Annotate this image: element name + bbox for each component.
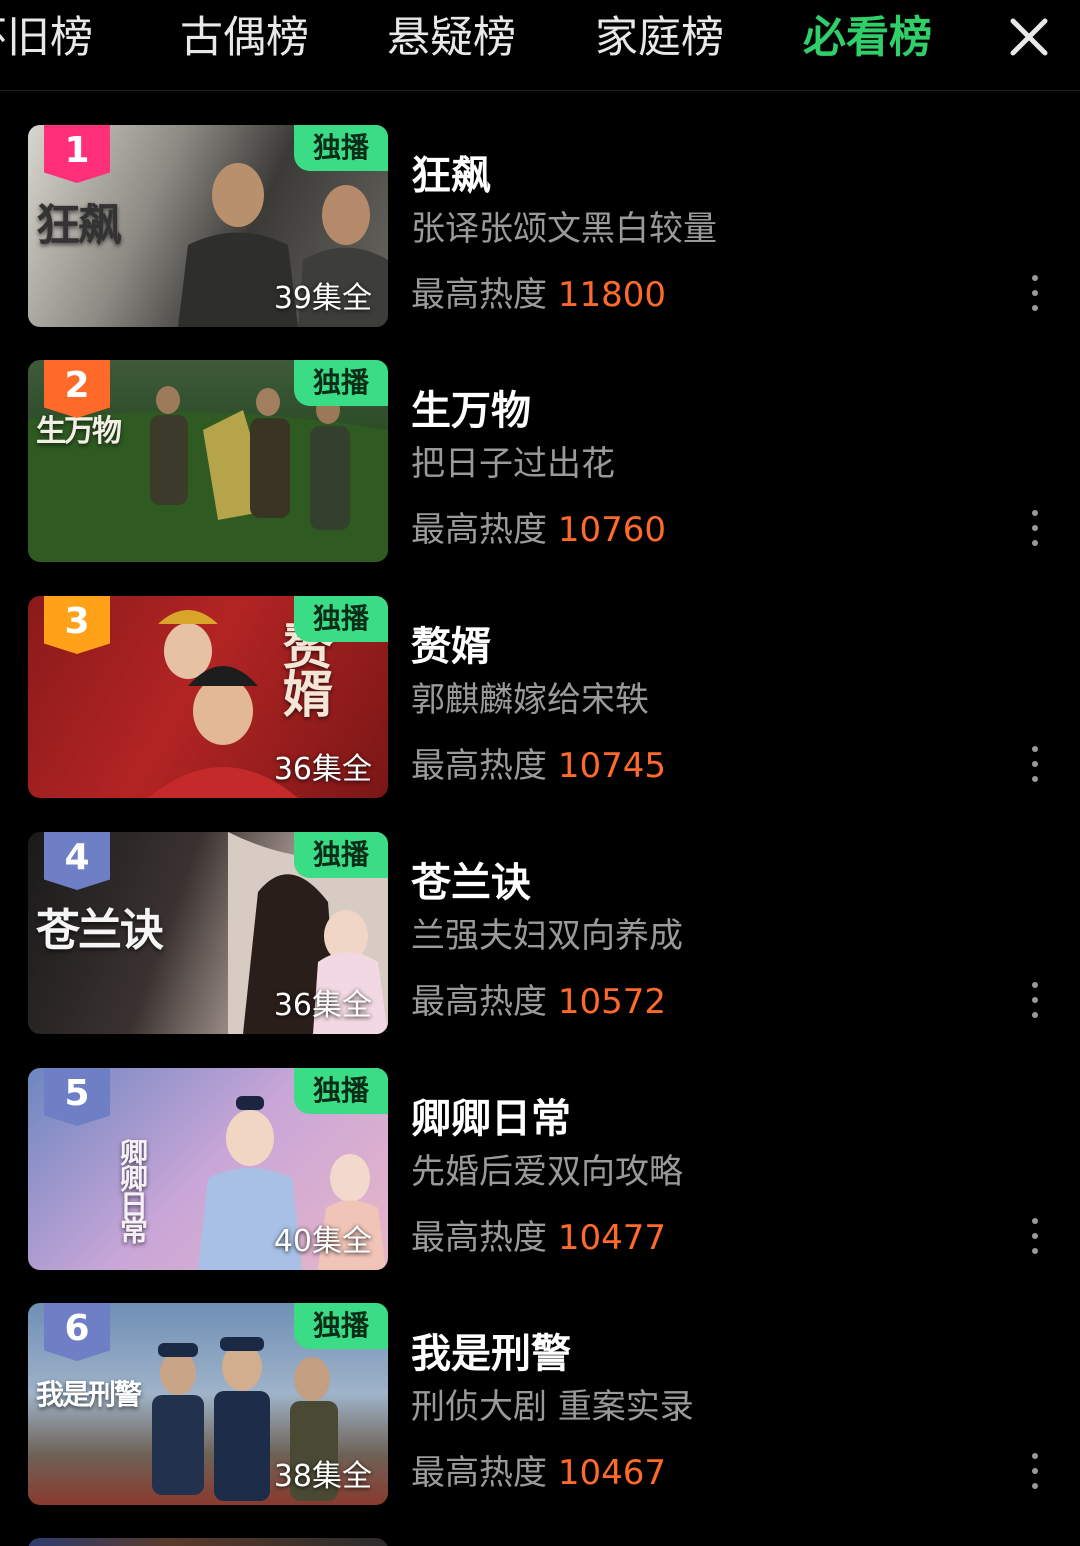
ranking-tab-bar: 怀旧榜 古偶榜 悬疑榜 家庭榜 必看榜 — [0, 0, 1080, 91]
episode-count: 39集全 — [273, 281, 372, 316]
tab-suspense[interactable]: 悬疑榜 — [387, 6, 516, 70]
poster-title-art: 苍兰诀 — [36, 905, 164, 956]
heat-line: 最高热度 11800 — [411, 267, 666, 316]
tab-family[interactable]: 家庭榜 — [595, 6, 724, 70]
exclusive-badge: 独播 — [294, 1303, 388, 1349]
exclusive-badge: 独播 — [294, 125, 388, 171]
poster-image[interactable]: 赘婿 3 独播 36集全 — [28, 596, 388, 798]
exclusive-badge: 独播 — [294, 360, 388, 406]
heat-value: 10467 — [557, 1453, 666, 1493]
tab-nostalgia[interactable]: 怀旧榜 — [0, 6, 93, 70]
rank-badge: 2 — [44, 360, 110, 418]
show-title[interactable]: 赘婿 — [411, 614, 491, 672]
poster-title-art: 卿卿日常 — [116, 1138, 149, 1242]
more-options-icon[interactable] — [1020, 1453, 1050, 1507]
show-title[interactable]: 苍兰诀 — [411, 850, 531, 908]
poster-image[interactable]: 苍兰诀 4 独播 36集全 — [28, 832, 388, 1034]
more-options-icon[interactable] — [1020, 982, 1050, 1036]
show-description: 先婚后爱双向攻略 — [411, 1152, 683, 1192]
show-title[interactable]: 狂飙 — [411, 143, 491, 201]
more-options-icon[interactable] — [1020, 1218, 1050, 1272]
episode-count: 36集全 — [273, 988, 372, 1023]
rank-badge: 5 — [44, 1068, 110, 1126]
episode-count: 36集全 — [273, 752, 372, 787]
heat-value: 10760 — [557, 510, 666, 550]
heat-line: 最高热度 10467 — [411, 1445, 666, 1494]
show-description: 刑侦大剧 重案实录 — [411, 1387, 694, 1427]
poster-image[interactable]: 我是刑警 6 独播 38集全 — [28, 1303, 388, 1505]
show-description: 张译张颂文黑白较量 — [411, 209, 717, 249]
next-item-poster-peek — [28, 1538, 388, 1546]
show-description: 郭麒麟嫁给宋轶 — [411, 680, 649, 720]
show-title[interactable]: 生万物 — [411, 378, 531, 436]
show-title[interactable]: 卿卿日常 — [411, 1086, 571, 1144]
rank-badge: 4 — [44, 832, 110, 890]
tab-must-watch[interactable]: 必看榜 — [803, 6, 932, 70]
heat-label: 最高热度 — [411, 1453, 547, 1493]
rank-badge: 1 — [44, 125, 110, 183]
heat-value: 10477 — [557, 1218, 666, 1258]
show-description: 兰强夫妇双向养成 — [411, 916, 683, 956]
heat-value: 11800 — [557, 275, 666, 315]
close-icon[interactable] — [1004, 12, 1054, 62]
more-options-icon[interactable] — [1020, 510, 1050, 564]
poster-title-art: 狂飙 — [36, 200, 122, 251]
more-options-icon[interactable] — [1020, 746, 1050, 800]
list-item[interactable]: 苍兰诀 4 独播 36集全 苍兰诀 兰强夫妇双向养成 最高热度 10572 — [0, 832, 1080, 1036]
exclusive-badge: 独播 — [294, 596, 388, 642]
rank-badge: 6 — [44, 1303, 110, 1361]
heat-line: 最高热度 10477 — [411, 1210, 666, 1259]
rank-badge: 3 — [44, 596, 110, 654]
poster-image[interactable]: 生万物 2 独播 — [28, 360, 388, 562]
list-item[interactable]: 赘婿 3 独播 36集全 赘婿 郭麒麟嫁给宋轶 最高热度 10745 — [0, 596, 1080, 800]
tab-ancient-idol[interactable]: 古偶榜 — [180, 6, 309, 70]
heat-label: 最高热度 — [411, 746, 547, 786]
poster-image[interactable]: 狂飙 1 独播 39集全 — [28, 125, 388, 327]
list-item[interactable]: 我是刑警 6 独播 38集全 我是刑警 刑侦大剧 重案实录 最高热度 10467 — [0, 1303, 1080, 1507]
heat-label: 最高热度 — [411, 1218, 547, 1258]
heat-value: 10745 — [557, 746, 666, 786]
heat-line: 最高热度 10760 — [411, 502, 666, 551]
heat-value: 10572 — [557, 982, 666, 1022]
heat-label: 最高热度 — [411, 982, 547, 1022]
episode-count: 40集全 — [273, 1224, 372, 1259]
heat-label: 最高热度 — [411, 275, 547, 315]
heat-label: 最高热度 — [411, 510, 547, 550]
heat-line: 最高热度 10572 — [411, 974, 666, 1023]
show-description: 把日子过出花 — [411, 444, 615, 484]
list-item[interactable]: 生万物 2 独播 生万物 把日子过出花 最高热度 10760 — [0, 360, 1080, 564]
more-options-icon[interactable] — [1020, 275, 1050, 329]
exclusive-badge: 独播 — [294, 1068, 388, 1114]
heat-line: 最高热度 10745 — [411, 738, 666, 787]
episode-count: 38集全 — [273, 1459, 372, 1494]
poster-image[interactable]: 卿卿日常 5 独播 40集全 — [28, 1068, 388, 1270]
show-title[interactable]: 我是刑警 — [411, 1321, 571, 1379]
exclusive-badge: 独播 — [294, 832, 388, 878]
poster-title-art: 我是刑警 — [36, 1378, 142, 1411]
ranking-list: 狂飙 1 独播 39集全 狂飙 张译张颂文黑白较量 最高热度 11800 生万物 — [0, 90, 1080, 1546]
list-item[interactable]: 狂飙 1 独播 39集全 狂飙 张译张颂文黑白较量 最高热度 11800 — [0, 125, 1080, 329]
list-item[interactable]: 卿卿日常 5 独播 40集全 卿卿日常 先婚后爱双向攻略 最高热度 10477 — [0, 1068, 1080, 1272]
